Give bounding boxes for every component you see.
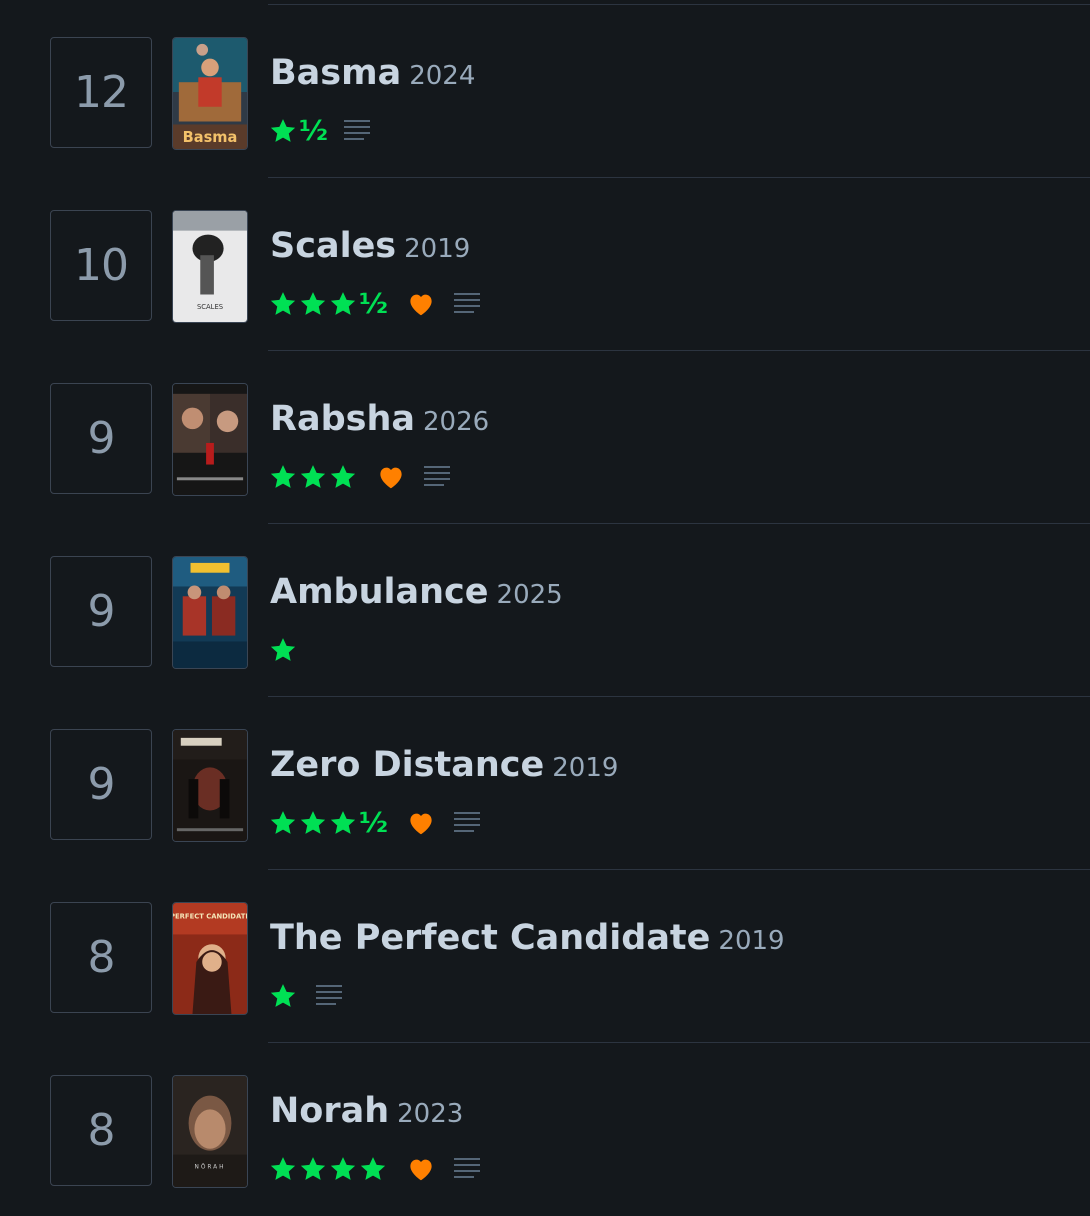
star-icon xyxy=(270,465,296,488)
poster-text: Basma xyxy=(183,129,238,146)
heart-icon xyxy=(380,467,402,489)
rank-number: 9 xyxy=(87,413,116,464)
poster-text: PERFECT CANDIDATE xyxy=(173,913,247,921)
review-lines-icon[interactable] xyxy=(342,116,372,146)
title-line: The Perfect Candidate 2019 xyxy=(270,918,785,958)
rank-badge: 9 xyxy=(50,556,152,667)
list-item[interactable]: 10 SCALES Scales 2019 ½ xyxy=(0,178,1090,351)
film-title[interactable]: Rabsha xyxy=(270,399,415,439)
rank-badge: 8 xyxy=(50,902,152,1013)
film-year[interactable]: 2025 xyxy=(497,580,563,610)
title-line: Rabsha 2026 xyxy=(270,399,489,439)
star-icon xyxy=(300,1157,326,1180)
film-poster[interactable]: SCALES xyxy=(172,210,248,323)
film-poster[interactable]: NŌRAH xyxy=(172,1075,248,1188)
half-star-icon: ½ xyxy=(359,287,388,320)
star-icon xyxy=(330,1157,356,1180)
rating-line xyxy=(268,1151,482,1187)
rating-line xyxy=(268,978,344,1014)
star-rating: ½ xyxy=(268,808,388,838)
review-lines-icon[interactable] xyxy=(452,1154,482,1184)
star-icon xyxy=(330,811,356,834)
rank-badge: 9 xyxy=(50,729,152,840)
film-poster[interactable]: PERFECT CANDIDATE xyxy=(172,902,248,1015)
list-item[interactable]: 9 Rabsha 2026 xyxy=(0,351,1090,524)
star-icon xyxy=(330,465,356,488)
review-lines-icon[interactable] xyxy=(452,808,482,838)
star-icon xyxy=(330,292,356,315)
film-year[interactable]: 2026 xyxy=(423,407,489,437)
film-year[interactable]: 2019 xyxy=(404,234,470,264)
rank-number: 10 xyxy=(74,240,129,291)
star-icon xyxy=(270,984,296,1007)
star-icon xyxy=(270,1157,296,1180)
poster-text: NŌRAH xyxy=(195,1163,226,1170)
star-rating: ½ xyxy=(268,116,328,146)
review-lines-icon[interactable] xyxy=(452,289,482,319)
star-rating: ½ xyxy=(268,289,388,319)
review-lines-icon[interactable] xyxy=(314,981,344,1011)
film-list: 12 Basma Basma 2024 ½ 10 SCALES Scales 2… xyxy=(0,0,1090,1200)
half-star-icon: ½ xyxy=(299,114,328,147)
rating-line xyxy=(268,632,298,668)
rank-badge: 12 xyxy=(50,37,152,148)
rating-line: ½ xyxy=(268,113,372,149)
list-item[interactable]: 9 Zero Distance 2019 ½ xyxy=(0,697,1090,870)
rank-number: 12 xyxy=(74,67,129,118)
film-title[interactable]: Basma xyxy=(270,53,401,93)
film-year[interactable]: 2019 xyxy=(552,753,618,783)
list-item[interactable]: 9 Ambulance 2025 xyxy=(0,524,1090,697)
film-poster[interactable] xyxy=(172,729,248,842)
half-star-icon: ½ xyxy=(359,806,388,839)
rating-line xyxy=(268,459,452,495)
star-icon xyxy=(270,119,296,142)
star-rating xyxy=(268,981,298,1011)
rank-number: 8 xyxy=(87,1105,116,1156)
film-title[interactable]: Scales xyxy=(270,226,396,266)
star-icon xyxy=(360,1157,386,1180)
film-poster[interactable] xyxy=(172,383,248,496)
heart-icon xyxy=(410,294,432,316)
rank-number: 8 xyxy=(87,932,116,983)
film-title[interactable]: Norah xyxy=(270,1091,389,1131)
film-year[interactable]: 2023 xyxy=(397,1099,463,1129)
star-icon xyxy=(270,811,296,834)
rank-badge: 10 xyxy=(50,210,152,321)
title-line: Basma 2024 xyxy=(270,53,475,93)
star-rating xyxy=(268,462,358,492)
film-title[interactable]: Ambulance xyxy=(270,572,489,612)
star-icon xyxy=(300,465,326,488)
rank-number: 9 xyxy=(87,586,116,637)
heart-icon xyxy=(410,1159,432,1181)
star-icon xyxy=(270,292,296,315)
poster-text: SCALES xyxy=(197,303,223,311)
title-line: Norah 2023 xyxy=(270,1091,463,1131)
rank-number: 9 xyxy=(87,759,116,810)
title-line: Zero Distance 2019 xyxy=(270,745,618,785)
rank-badge: 9 xyxy=(50,383,152,494)
film-year[interactable]: 2024 xyxy=(409,61,475,91)
film-poster[interactable] xyxy=(172,556,248,669)
film-year[interactable]: 2019 xyxy=(718,926,784,956)
list-item[interactable]: 8 NŌRAH Norah 2023 xyxy=(0,1043,1090,1216)
star-icon xyxy=(270,638,296,661)
rating-line: ½ xyxy=(268,805,482,841)
film-poster[interactable]: Basma xyxy=(172,37,248,150)
list-item[interactable]: 12 Basma Basma 2024 ½ xyxy=(0,5,1090,178)
title-line: Ambulance 2025 xyxy=(270,572,563,612)
film-title[interactable]: The Perfect Candidate xyxy=(270,918,710,958)
film-title[interactable]: Zero Distance xyxy=(270,745,544,785)
star-icon xyxy=(300,811,326,834)
title-line: Scales 2019 xyxy=(270,226,470,266)
rank-badge: 8 xyxy=(50,1075,152,1186)
list-item[interactable]: 8 PERFECT CANDIDATE The Perfect Candidat… xyxy=(0,870,1090,1043)
review-lines-icon[interactable] xyxy=(422,462,452,492)
star-rating xyxy=(268,1154,388,1184)
star-rating xyxy=(268,635,298,665)
star-icon xyxy=(300,292,326,315)
heart-icon xyxy=(410,813,432,835)
rating-line: ½ xyxy=(268,286,482,322)
